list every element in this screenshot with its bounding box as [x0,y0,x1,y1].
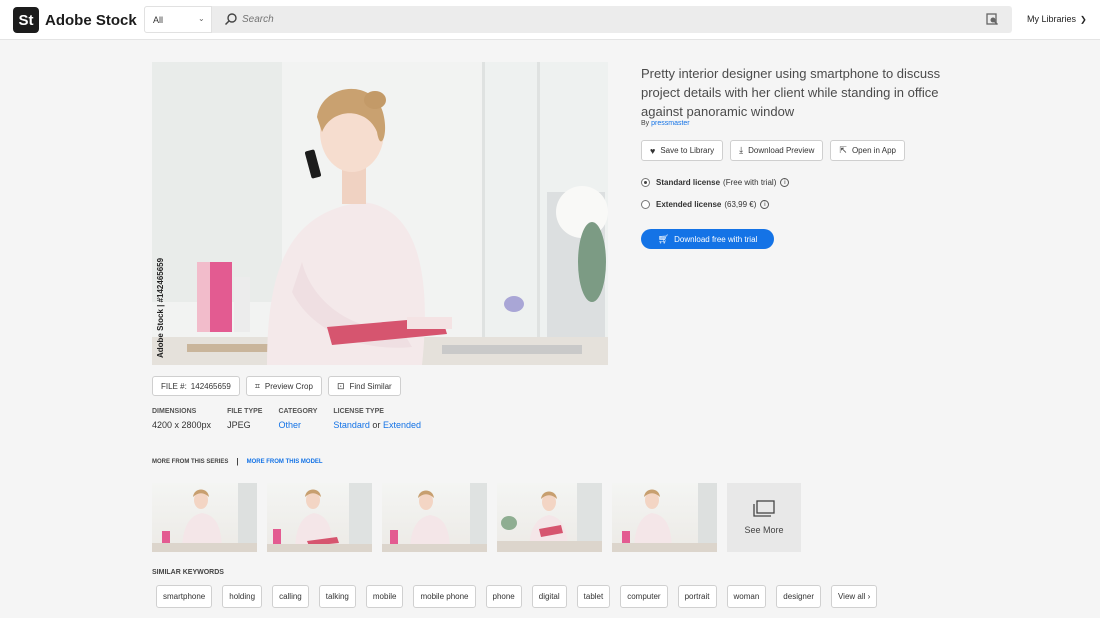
info-icon[interactable]: i [760,200,770,209]
keyword-chip[interactable]: digital [531,585,567,608]
license-or: or [372,420,381,430]
series-tabs: MORE FROM THIS SERIES | MORE FROM THIS M… [152,457,323,466]
asset-specs: DIMENSIONS 4200 x 2800px FILE TYPE JPEG … [152,408,421,430]
file-type-value: JPEG [227,420,251,430]
adobe-stock-logo[interactable]: St Adobe Stock [13,7,137,33]
heart-icon: ♥ [650,145,656,156]
download-preview-label: Download Preview [748,146,815,155]
file-id-badge: FILE #: 142465659 [152,376,240,396]
crop-icon: ⌗ [254,380,260,391]
tab-separator: | [236,457,239,466]
keyword-chip[interactable]: portrait [677,585,717,608]
info-icon[interactable]: i [780,178,790,187]
office-photo-illustration [152,62,608,365]
standard-license-radio[interactable] [641,178,650,187]
extended-license-name: Extended license [656,200,722,209]
download-preview-button[interactable]: ⤓ Download Preview [730,140,824,161]
stack-icon [753,500,775,517]
extended-license-radio[interactable] [641,200,650,209]
standard-license-note: (Free with trial) [723,178,777,187]
preview-crop-label: Preview Crop [264,381,313,391]
series-thumbnail[interactable] [497,483,602,552]
asset-title: Pretty interior designer using smartphon… [641,66,941,119]
license-type-label: LICENSE TYPE [333,408,384,415]
search-icon [224,13,237,26]
standard-license-link[interactable]: Standard [333,420,370,430]
license-type-spec: LICENSE TYPE Standard or Extended [333,408,421,430]
keyword-chip[interactable]: designer [776,585,821,608]
open-in-app-button[interactable]: ⇱ Open in App [830,140,905,161]
similar-keywords-heading: SIMILAR KEYWORDS [152,569,224,576]
category-spec: CATEGORY Other [278,408,317,430]
open-in-app-label: Open in App [851,146,896,155]
my-libraries-label: My Libraries [1027,14,1077,24]
keyword-chip[interactable]: holding [222,585,263,608]
download-free-label: Download free with trial [674,234,758,244]
visual-search-icon[interactable] [985,12,999,26]
license-type-value: Standard or Extended [333,420,421,430]
share-icon: ⇱ [839,145,847,155]
top-bar: St Adobe Stock All ⌄ My Libraries ❯ [0,0,1100,40]
category-label: CATEGORY [278,408,318,415]
logo-badge: St [13,7,39,33]
keyword-chip[interactable]: woman [726,585,767,608]
keyword-chip[interactable]: mobile phone [413,585,476,608]
download-icon: ⤓ [739,145,744,155]
standard-license-option[interactable]: Standard license (Free with trial) i [641,178,790,187]
series-thumbnail[interactable] [152,483,257,552]
save-to-library-button[interactable]: ♥ Save to Library [641,140,724,161]
preview-crop-button[interactable]: ⌗ Preview Crop [245,376,322,396]
extended-license-option[interactable]: Extended license (63,99 €) i [641,200,770,209]
save-to-library-label: Save to Library [660,146,715,155]
series-thumbnail[interactable] [612,483,717,552]
extended-license-note: (63,99 €) [724,200,757,209]
scope-value: All [153,15,164,25]
author-byline: By pressmaster [641,120,690,127]
keyword-chip[interactable]: smartphone [156,585,213,608]
cart-icon: 🛒︎ [657,233,670,244]
keyword-chip[interactable]: talking [318,585,356,608]
by-label: By [641,120,650,127]
find-similar-label: Find Similar [349,381,392,391]
my-libraries-menu[interactable]: My Libraries ❯ [1027,14,1087,24]
dimensions-spec: DIMENSIONS 4200 x 2800px [152,408,211,430]
tab-more-from-series[interactable]: MORE FROM THIS SERIES [152,459,228,465]
search-input[interactable] [242,11,942,28]
series-thumbnail[interactable] [267,483,372,552]
keyword-chip[interactable]: phone [485,585,522,608]
file-type-spec: FILE TYPE JPEG [227,408,262,430]
view-all-keywords-button[interactable]: View all › [830,585,878,608]
standard-license-name: Standard license [656,178,721,187]
asset-actions: ♥ Save to Library ⤓ Download Preview ⇱ O… [641,140,905,161]
see-more-button[interactable]: See More [727,483,801,552]
series-thumbnails: See More [152,483,801,552]
search-bar: All ⌄ [144,6,1012,33]
dimensions-value: 4200 x 2800px [152,420,212,430]
keyword-chip[interactable]: computer [620,585,668,608]
image-watermark: Adobe Stock | #142465659 [156,257,165,358]
tab-more-from-model[interactable]: MORE FROM THIS MODEL [247,459,323,465]
keyword-chip[interactable]: mobile [365,585,404,608]
file-id-label: FILE #: [161,381,187,391]
find-similar-button[interactable]: ⊡ Find Similar [327,376,401,396]
series-thumbnail[interactable] [382,483,487,552]
keyword-list: smartphone holding calling talking mobil… [156,585,878,608]
chevron-down-icon: ⌄ [198,14,205,23]
chevron-down-icon: ❯ [1080,14,1087,24]
dimensions-label: DIMENSIONS [152,408,197,415]
category-link[interactable]: Other [278,420,317,430]
logo-text: Adobe Stock [45,11,137,29]
keyword-chip[interactable]: calling [272,585,309,608]
file-meta-row: FILE #: 142465659 ⌗ Preview Crop ⊡ Find … [152,376,401,396]
download-free-with-trial-button[interactable]: 🛒︎ Download free with trial [641,229,774,249]
file-type-label: FILE TYPE [227,408,263,415]
author-link[interactable]: pressmaster [651,120,690,127]
file-id-value: 142465659 [190,381,231,391]
see-more-label: See More [744,525,784,535]
camera-search-icon: ⊡ [336,380,345,391]
asset-preview-image[interactable] [152,62,608,365]
keyword-chip[interactable]: tablet [576,585,611,608]
search-scope-dropdown[interactable]: All ⌄ [144,6,212,33]
extended-license-link[interactable]: Extended [383,420,421,430]
